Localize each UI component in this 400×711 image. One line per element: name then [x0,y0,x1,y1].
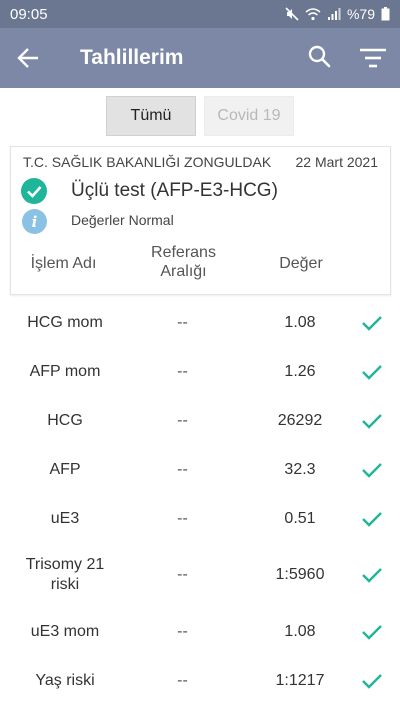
signal-icon [327,8,341,20]
page-title: Tahlillerim [80,46,184,69]
row-name: Trisomy 21 riski [25,556,105,593]
row-name: uE3 [50,509,80,527]
check-icon [355,298,389,347]
status-time: 09:05 [10,5,48,23]
mute-icon [285,7,299,21]
row-reference: -- [177,622,188,640]
check-icon [355,543,389,607]
row-value: 1.08 [284,313,316,331]
row-name: AFP mom [29,362,101,380]
result-row: AFP -- 32.3 [0,445,400,494]
result-row: uE3 mom -- 1.08 [0,607,400,656]
check-icon [355,656,389,705]
tab-all[interactable]: Tümü [106,96,196,136]
row-value: 26292 [277,411,323,429]
row-reference: -- [177,509,188,527]
row-reference: -- [177,671,188,689]
check-icon [355,607,389,656]
tab-covid-19[interactable]: Covid 19 [204,96,294,136]
row-value: 32.3 [284,460,316,478]
result-date: 22 Mart 2021 [295,154,379,170]
row-name: Yaş riski [35,671,95,689]
result-status: Değerler Normal [71,212,174,228]
result-row: Yaş riski -- 1:1217 [0,656,400,705]
test-name: Üçlü test (AFP-E3-HCG) [71,180,278,201]
row-value: 1.26 [284,362,316,380]
battery-icon [381,7,390,21]
header-reference: Referans Aralığı [151,244,216,280]
row-name: HCG mom [27,313,103,331]
filter-tabs: Tümü Covid 19 [0,96,400,136]
row-value: 1.08 [284,622,316,640]
filter-icon [360,48,386,68]
battery-percent: %79 [346,6,375,22]
check-icon [355,494,389,543]
result-row: HCG mom -- 1.08 [0,298,400,347]
row-reference: -- [177,460,188,478]
row-reference: -- [177,411,188,429]
result-row: Trisomy 21 riski -- 1:5960 [0,543,400,607]
row-reference: -- [177,362,188,380]
filter-button[interactable] [358,44,388,72]
institution-name: T.C. SAĞLIK BAKANLIĞI ZONGULDAK [23,154,272,170]
check-circle-icon [21,178,47,204]
wifi-icon [305,8,321,21]
result-row: HCG -- 26292 [0,396,400,445]
row-name: HCG [47,411,83,429]
status-icons: %79 [285,6,390,22]
search-button[interactable] [306,43,334,71]
row-reference: -- [177,566,188,583]
svg-text:i: i [32,213,38,231]
header-name: İşlem Adı [30,255,97,272]
header-value: Değer [279,255,323,272]
row-value: 1:5960 [275,566,325,583]
check-icon [355,396,389,445]
result-row: uE3 -- 0.51 [0,494,400,543]
row-value: 1:1217 [275,671,325,689]
info-icon: i [22,209,47,234]
row-name: uE3 mom [30,622,100,640]
status-bar: 09:05 %79 [0,0,400,28]
row-value: 0.51 [284,509,316,527]
app-bar: Tahlillerim [0,28,400,88]
back-arrow-icon [17,48,38,68]
search-icon [308,45,331,68]
result-row: AFP mom -- 1.26 [0,347,400,396]
back-button[interactable] [16,44,46,72]
check-icon [355,347,389,396]
row-reference: -- [177,313,188,331]
row-name: AFP [49,460,81,478]
check-icon [355,445,389,494]
result-card[interactable]: T.C. SAĞLIK BAKANLIĞI ZONGULDAK 22 Mart … [10,146,391,295]
